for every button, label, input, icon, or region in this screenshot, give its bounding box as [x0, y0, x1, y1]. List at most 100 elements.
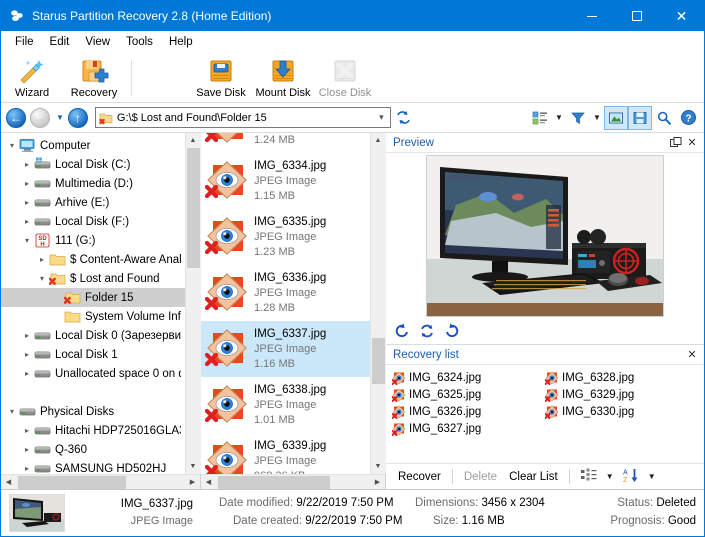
tree-expander-icon[interactable]: ▾: [5, 407, 19, 416]
file-list-item[interactable]: IMG_6333.jpgJPEG Image1.24 MB: [201, 133, 370, 153]
file-list-item[interactable]: IMG_6335.jpg JPEG Image 1.23 MB: [201, 209, 370, 265]
view-mode-button[interactable]: [528, 106, 552, 130]
file-horizontal-scrollbar[interactable]: ◀ ▶: [201, 474, 385, 489]
file-list-item[interactable]: IMG_6334.jpg JPEG Image 1.15 MB: [201, 153, 370, 209]
refresh-button[interactable]: [395, 108, 413, 128]
recovery-list-close-icon[interactable]: ✕: [684, 347, 700, 363]
recovery-list-items[interactable]: IMG_6324.jpg IMG_6325.jpg IMG_6326.jpg IMG_…: [386, 365, 704, 463]
tree-vertical-scrollbar[interactable]: ▲ ▼: [185, 133, 201, 474]
recovery-list-item[interactable]: IMG_6328.jpg: [544, 369, 698, 386]
group-caret-icon[interactable]: ▼: [603, 472, 617, 481]
recovery-list-item[interactable]: IMG_6330.jpg: [544, 403, 698, 420]
tree-expander-icon[interactable]: ▸: [20, 160, 34, 169]
file-list-item[interactable]: IMG_6338.jpg JPEG Image 1.01 MB: [201, 377, 370, 433]
file-list-item[interactable]: IMG_6339.jpg JPEG Image968.36 KB: [201, 433, 370, 474]
tree-expander-icon[interactable]: ▾: [35, 274, 49, 283]
tree-expander-icon[interactable]: ▸: [20, 445, 34, 454]
forward-button[interactable]: →: [29, 107, 51, 129]
tree-expander-icon[interactable]: ▸: [35, 255, 49, 264]
folder-tree[interactable]: ▾ Computer ▸ Local Disk (C:) ▸ Multimedia (D:…: [1, 133, 185, 474]
address-dropdown-icon[interactable]: ▾: [376, 112, 387, 123]
address-field[interactable]: G:\$ Lost and Found\Folder 15 ▾: [94, 107, 391, 128]
file-list[interactable]: IMG_6333.jpgJPEG Image1.24 MB IMG_6334.jp…: [201, 133, 370, 474]
preview-toggle-button[interactable]: [604, 105, 628, 130]
menu-help[interactable]: Help: [161, 33, 201, 51]
view-mode-caret-icon[interactable]: ▼: [552, 113, 566, 122]
filter-caret-icon[interactable]: ▼: [590, 113, 604, 122]
search-button[interactable]: [652, 106, 676, 130]
recovery-button[interactable]: Recovery: [63, 54, 125, 102]
tree-expander-icon[interactable]: ▾: [5, 141, 19, 150]
file-hscroll-thumb[interactable]: [218, 475, 330, 489]
file-vertical-scrollbar[interactable]: ▲ ▼: [370, 133, 386, 474]
up-button[interactable]: ↑: [67, 107, 89, 129]
history-dropdown-button[interactable]: ▼: [56, 113, 64, 122]
tree-item-samsung-hd502hj[interactable]: ▸ SAMSUNG HD502HJ: [1, 459, 185, 475]
file-list-item[interactable]: IMG_6336.jpg JPEG Image 1.28 MB: [201, 265, 370, 321]
close-disk-button[interactable]: Close Disk: [314, 54, 376, 102]
scroll-down-icon[interactable]: ▼: [185, 459, 201, 474]
tree-item-local-disk-0[interactable]: ▸ Local Disk 0 (Зарезервиро: [1, 326, 185, 345]
back-button[interactable]: ←: [5, 107, 27, 129]
save-disk-button[interactable]: Save Disk: [190, 54, 252, 102]
group-icon[interactable]: [575, 465, 603, 488]
scroll-down-icon[interactable]: ▼: [370, 459, 386, 474]
tree-item-physical-disks[interactable]: ▾ Physical Disks: [1, 402, 185, 421]
tree-expander-icon[interactable]: ▸: [20, 369, 34, 378]
flip-icon[interactable]: [417, 321, 437, 341]
scroll-up-icon[interactable]: ▲: [185, 133, 201, 148]
delete-button[interactable]: Delete: [458, 468, 503, 486]
preview-close-icon[interactable]: ✕: [684, 135, 700, 151]
maximize-button[interactable]: [614, 1, 659, 31]
recovery-list-item[interactable]: IMG_6327.jpg: [391, 420, 545, 437]
recover-button[interactable]: Recover: [392, 468, 447, 486]
tree-scroll-track[interactable]: [185, 148, 201, 459]
recovery-list-item[interactable]: IMG_6325.jpg: [391, 386, 545, 403]
wizard-button[interactable]: Wizard: [1, 54, 63, 102]
sort-caret-icon[interactable]: ▼: [645, 472, 659, 481]
file-scroll-thumb[interactable]: [371, 338, 385, 384]
tree-hscroll-thumb[interactable]: [18, 475, 126, 489]
tree-expander-icon[interactable]: ▾: [20, 236, 34, 245]
tree-item-content-aware-analy[interactable]: ▸ $ Content-Aware Analy: [1, 250, 185, 269]
tree-item-multimedia-d[interactable]: ▸ Multimedia (D:): [1, 174, 185, 193]
tree-item-local-disk-1[interactable]: ▸ Local Disk 1: [1, 345, 185, 364]
scroll-right-icon[interactable]: ▶: [185, 475, 200, 490]
filter-button[interactable]: [566, 106, 590, 130]
tree-expander-icon[interactable]: ▸: [20, 426, 34, 435]
menu-file[interactable]: File: [7, 33, 42, 51]
tree-item-computer[interactable]: ▾ Computer: [1, 136, 185, 155]
rotate-right-icon[interactable]: [442, 321, 462, 341]
scroll-left-icon[interactable]: ◀: [1, 475, 16, 490]
tree-horizontal-scrollbar[interactable]: ◀ ▶: [1, 474, 200, 489]
file-list-item[interactable]: IMG_6337.jpg JPEG Image 1.16 MB: [201, 321, 370, 377]
file-hscroll-track[interactable]: [216, 475, 370, 490]
mount-disk-button[interactable]: Mount Disk: [252, 54, 314, 102]
save-session-button[interactable]: [628, 105, 652, 130]
tree-item-folder-15[interactable]: Folder 15: [1, 288, 185, 307]
tree-item-hitachi-hdp725016gla380[interactable]: ▸ Hitachi HDP725016GLA380: [1, 421, 185, 440]
recovery-list-item[interactable]: IMG_6324.jpg: [391, 369, 545, 386]
clear-list-button[interactable]: Clear List: [503, 468, 564, 486]
tree-item-arhive-e[interactable]: ▸ Arhive (E:): [1, 193, 185, 212]
tree-expander-icon[interactable]: ▸: [20, 464, 34, 473]
undock-icon[interactable]: [668, 135, 684, 151]
tree-scroll-thumb[interactable]: [186, 148, 200, 268]
tree-item-111-g[interactable]: ▾ SD H 111 (G:): [1, 231, 185, 250]
sort-az-icon[interactable]: A Z: [617, 465, 645, 489]
scroll-left-icon[interactable]: ◀: [201, 475, 216, 490]
tree-item-unallocated-space-0-on-dri[interactable]: ▸ Unallocated space 0 on dri: [1, 364, 185, 383]
scroll-right-icon[interactable]: ▶: [370, 475, 385, 490]
minimize-button[interactable]: [569, 1, 614, 31]
tree-expander-icon[interactable]: ▸: [20, 350, 34, 359]
recovery-list-item[interactable]: IMG_6326.jpg: [391, 403, 545, 420]
tree-item-system-volume-inform[interactable]: System Volume Inform: [1, 307, 185, 326]
tree-item-local-disk-c[interactable]: ▸ Local Disk (C:): [1, 155, 185, 174]
menu-edit[interactable]: Edit: [42, 33, 78, 51]
tree-expander-icon[interactable]: ▸: [20, 198, 34, 207]
tree-expander-icon[interactable]: ▸: [20, 217, 34, 226]
tree-expander-icon[interactable]: ▸: [20, 179, 34, 188]
tree-item-q-360[interactable]: ▸ Q-360: [1, 440, 185, 459]
menu-view[interactable]: View: [77, 33, 118, 51]
help-button[interactable]: ?: [676, 106, 700, 130]
